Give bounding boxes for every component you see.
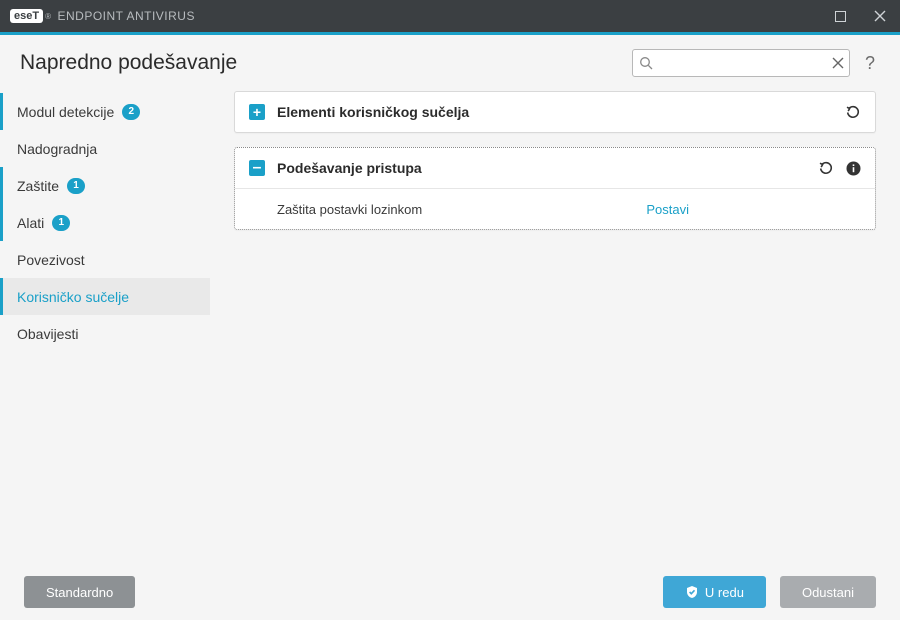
page-title: Napredno podešavanje bbox=[20, 51, 237, 75]
sidebar-item-protections[interactable]: Zaštite 1 bbox=[0, 167, 210, 204]
sidebar-item-update[interactable]: Nadogradnja bbox=[0, 130, 210, 167]
panel-ui-elements: + Elementi korisničkog sučelja bbox=[234, 91, 876, 133]
expand-icon: + bbox=[249, 104, 265, 120]
sidebar-item-label: Povezivost bbox=[17, 252, 85, 268]
search-wrap bbox=[632, 49, 850, 77]
setting-label: Zaštita postavki lozinkom bbox=[277, 202, 646, 217]
close-icon bbox=[874, 10, 886, 22]
undo-icon bbox=[845, 104, 861, 120]
sidebar-item-label: Obavijesti bbox=[17, 326, 78, 342]
clear-search-button[interactable] bbox=[832, 57, 844, 69]
button-label: U redu bbox=[705, 585, 744, 600]
sidebar-item-label: Nadogradnja bbox=[17, 141, 97, 157]
collapse-icon: – bbox=[249, 160, 265, 176]
sidebar-item-label: Alati bbox=[17, 215, 44, 231]
square-icon bbox=[835, 11, 846, 22]
info-icon bbox=[846, 161, 861, 176]
sidebar-item-detection[interactable]: Modul detekcije 2 bbox=[0, 93, 210, 130]
panel-title: Elementi korisničkog sučelja bbox=[277, 104, 845, 120]
panel-body: Zaštita postavki lozinkom Postavi bbox=[235, 188, 875, 229]
sidebar-badge: 1 bbox=[52, 215, 70, 231]
default-button[interactable]: Standardno bbox=[24, 576, 135, 608]
x-icon bbox=[832, 57, 844, 69]
panel-header-access-setup[interactable]: – Podešavanje pristupa bbox=[235, 148, 875, 188]
setting-row-password-protect: Zaštita postavki lozinkom Postavi bbox=[235, 189, 875, 229]
window-close-button[interactable] bbox=[860, 0, 900, 32]
sidebar-badge: 2 bbox=[122, 104, 140, 120]
sidebar-item-tools[interactable]: Alati 1 bbox=[0, 204, 210, 241]
sidebar-item-label: Zaštite bbox=[17, 178, 59, 194]
reset-button[interactable] bbox=[845, 104, 861, 120]
sidebar-item-ui[interactable]: Korisničko sučelje bbox=[0, 278, 210, 315]
body: Modul detekcije 2 Nadogradnja Zaštite 1 … bbox=[0, 85, 900, 564]
undo-icon bbox=[818, 160, 834, 176]
help-button[interactable]: ? bbox=[860, 53, 880, 74]
sidebar-item-connectivity[interactable]: Povezivost bbox=[0, 241, 210, 278]
footer: Standardno U redu Odustani bbox=[0, 564, 900, 620]
reset-button[interactable] bbox=[818, 160, 834, 176]
search-input[interactable] bbox=[632, 49, 850, 77]
brand-mark: eseT bbox=[10, 9, 43, 23]
window-maximize-button[interactable] bbox=[820, 0, 860, 32]
button-label: Standardno bbox=[46, 585, 113, 600]
panel-title: Podešavanje pristupa bbox=[277, 160, 818, 176]
header: Napredno podešavanje ? bbox=[0, 35, 900, 85]
panel-access-setup: – Podešavanje pristupa Zaštita postavki … bbox=[234, 147, 876, 230]
button-label: Odustani bbox=[802, 585, 854, 600]
sidebar: Modul detekcije 2 Nadogradnja Zaštite 1 … bbox=[0, 85, 210, 564]
main-content: + Elementi korisničkog sučelja – Podešav… bbox=[210, 85, 900, 564]
brand-logo: eseT ® bbox=[10, 9, 51, 23]
setting-action-set[interactable]: Postavi bbox=[646, 202, 689, 217]
panel-header-ui-elements[interactable]: + Elementi korisničkog sučelja bbox=[235, 92, 875, 132]
sidebar-badge: 1 bbox=[67, 178, 85, 194]
sidebar-item-label: Modul detekcije bbox=[17, 104, 114, 120]
sidebar-item-notifications[interactable]: Obavijesti bbox=[0, 315, 210, 352]
info-button[interactable] bbox=[846, 161, 861, 176]
registered-icon: ® bbox=[45, 12, 51, 21]
search-icon bbox=[639, 56, 653, 70]
titlebar: eseT ® ENDPOINT ANTIVIRUS bbox=[0, 0, 900, 32]
cancel-button[interactable]: Odustani bbox=[780, 576, 876, 608]
sidebar-item-label: Korisničko sučelje bbox=[17, 289, 129, 305]
ok-button[interactable]: U redu bbox=[663, 576, 766, 608]
shield-check-icon bbox=[685, 585, 699, 599]
product-name: ENDPOINT ANTIVIRUS bbox=[57, 9, 194, 23]
